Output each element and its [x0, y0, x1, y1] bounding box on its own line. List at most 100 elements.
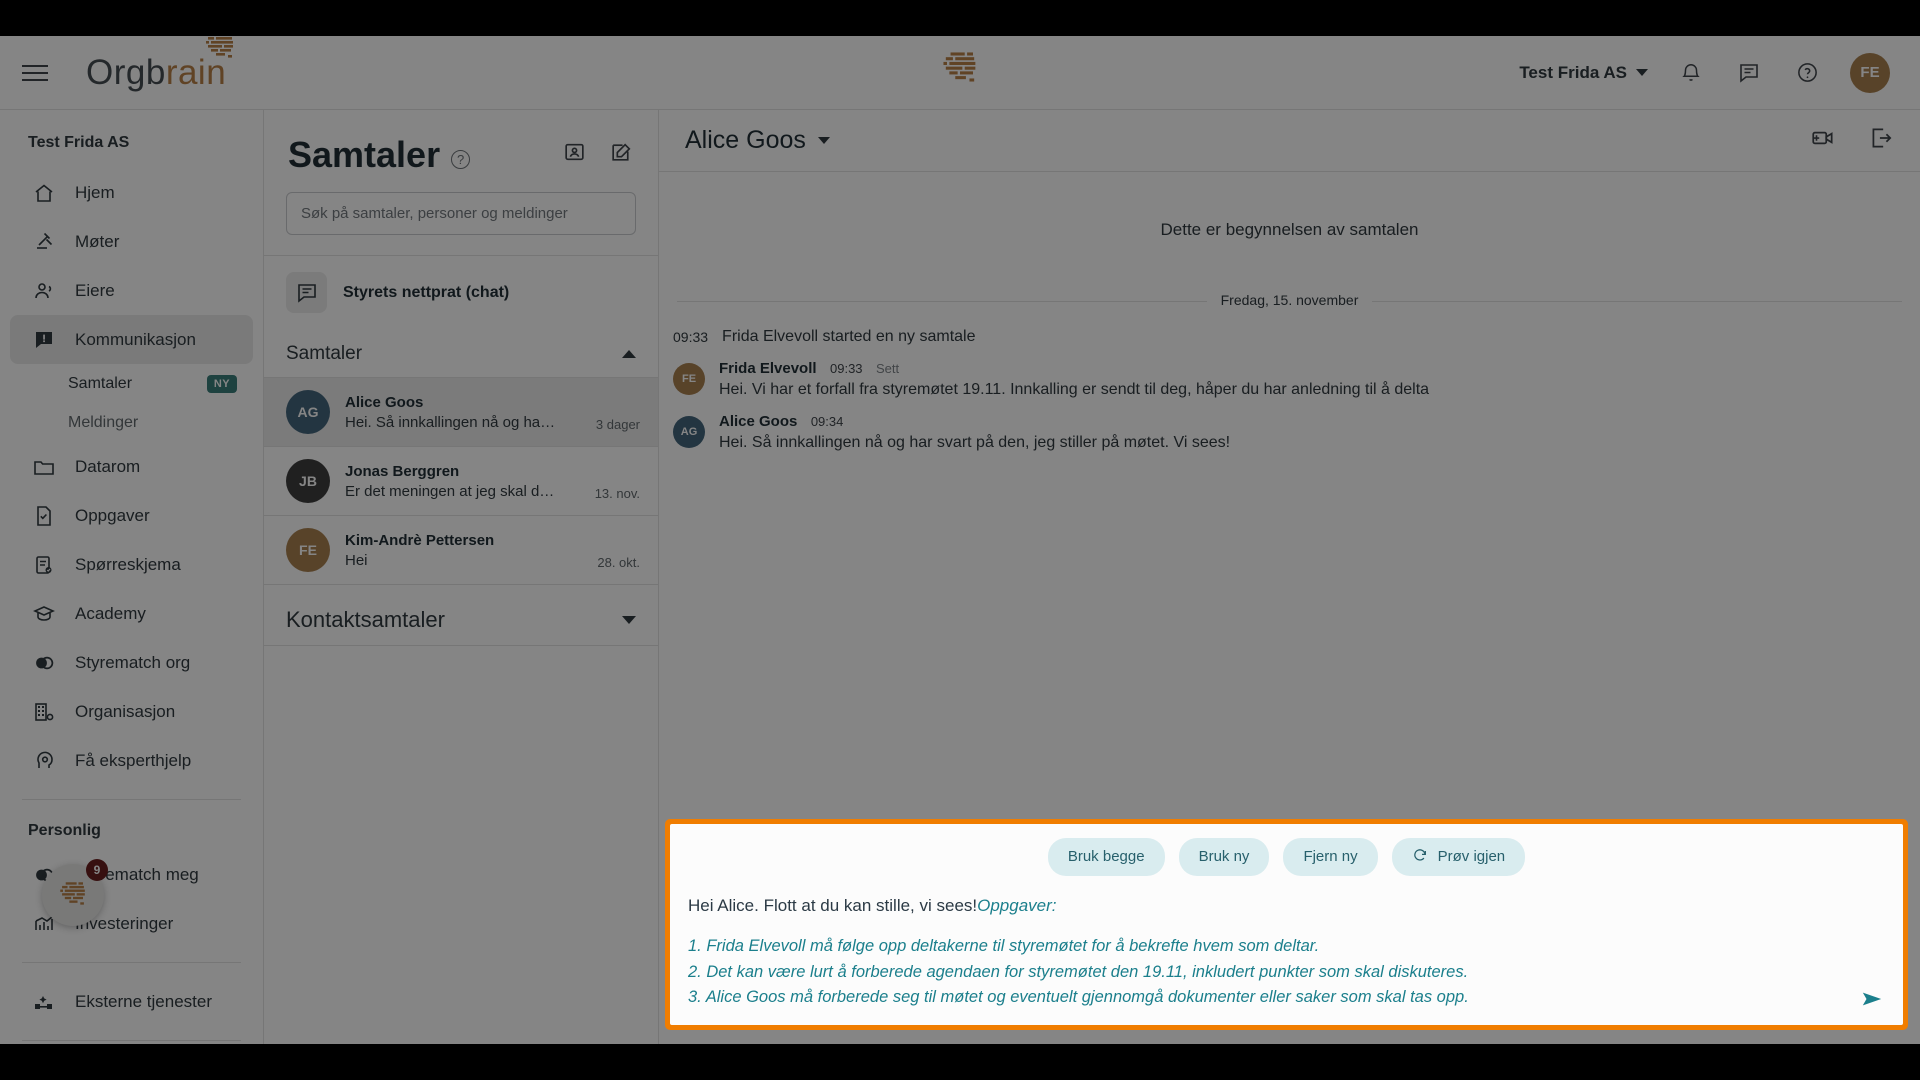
- sidebar-item-fa-eksperthjelp[interactable]: Få eksperthjelp: [10, 736, 253, 785]
- help-icon[interactable]: [1792, 58, 1822, 88]
- avatar[interactable]: FE: [1850, 52, 1890, 93]
- system-event-time: 09:33: [673, 329, 709, 345]
- sidebar-item-label: Få eksperthjelp: [75, 750, 192, 770]
- chip-label: Bruk ny: [1198, 848, 1250, 866]
- chat-header: Alice Goos: [659, 110, 1920, 172]
- sidebar-item-meldinger[interactable]: Meldinger: [0, 403, 263, 442]
- avatar-initials: AG: [297, 404, 319, 420]
- question-circle-icon[interactable]: ?: [451, 150, 471, 169]
- chip-bruk-ny[interactable]: Bruk ny: [1178, 837, 1270, 876]
- venn-icon: [30, 649, 57, 676]
- conversation-item-preview: Hei: [345, 551, 368, 569]
- chip-label: Fjern ny: [1303, 848, 1358, 866]
- conversation-list-panel: Samtaler ? Styrets nettprat (chat) Samta…: [264, 110, 659, 1044]
- conversation-item-main: Alice Goos Hei. Så innkallingen nå og ha…: [345, 394, 581, 431]
- system-event-text: Frida Elvevoll started en ny samtale: [722, 328, 976, 345]
- graduation-cap-icon: [30, 600, 57, 627]
- sidebar-item-label: Spørreskjema: [75, 554, 181, 574]
- sidebar-item-label: Datarom: [75, 456, 141, 476]
- sidebar-item-kommunikasjon[interactable]: Kommunikasjon: [10, 315, 253, 364]
- brand-text-part1: Orgb: [86, 52, 166, 92]
- conversation-item-preview: Hei. Så innkallingen nå og har s…: [345, 413, 560, 431]
- chip-bruk-begge[interactable]: Bruk begge: [1047, 837, 1165, 876]
- avatar-initials: JB: [299, 473, 317, 489]
- org-switcher[interactable]: Test Frida AS: [1519, 63, 1648, 83]
- conversation-item-time: 3 dager: [595, 417, 640, 432]
- add-video-icon[interactable]: [1810, 125, 1836, 156]
- sidebar-item-samtaler[interactable]: Samtaler NY: [0, 364, 263, 403]
- chip-fjern-ny[interactable]: Fjern ny: [1283, 837, 1378, 876]
- conversation-item-preview: Er det meningen at jeg skal delt…: [345, 482, 560, 500]
- conversation-item-main: Jonas Berggren Er det meningen at jeg sk…: [345, 463, 580, 500]
- avatar: AG: [286, 390, 330, 434]
- leave-icon[interactable]: [1868, 125, 1894, 156]
- date-separator-label: Fredag, 15. november: [1206, 292, 1373, 308]
- sidebar-item-hjem[interactable]: Hjem: [10, 168, 253, 217]
- message-meta: Frida Elvevoll 09:33 Sett: [719, 360, 1429, 378]
- sidebar-item-label: Styrematch org: [75, 652, 191, 672]
- chat-room-item[interactable]: Styrets nettprat (chat): [264, 256, 658, 329]
- sidebar-item-label: Organisasjon: [75, 701, 176, 721]
- avatar-initials: AG: [680, 426, 698, 438]
- sidebar-item-label: Kommunikasjon: [75, 329, 196, 349]
- suggestion-chips: Bruk begge Bruk ny Fjern ny Prøv igjen: [688, 837, 1885, 876]
- contact-conversations-group-header[interactable]: Kontaktsamtaler: [264, 585, 658, 645]
- conversation-item-name: Kim-Andrè Pettersen: [345, 531, 495, 549]
- hamburger-icon[interactable]: [22, 56, 56, 90]
- compose-icon[interactable]: [609, 140, 634, 170]
- conversation-list-item[interactable]: JB Jonas Berggren Er det meningen at jeg…: [264, 447, 658, 515]
- chip-prov-igjen[interactable]: Prøv igjen: [1391, 837, 1526, 876]
- sidebar-item-label: Eksterne tjenester: [75, 991, 213, 1011]
- sidebar-item-sporreskjema[interactable]: Spørreskjema: [10, 540, 253, 589]
- badge-ny: NY: [206, 374, 237, 393]
- conversation-item-name: Alice Goos: [345, 393, 424, 411]
- org-switcher-label: Test Frida AS: [1519, 62, 1627, 82]
- sidebar-item-organisasjon[interactable]: Organisasjon: [10, 687, 253, 736]
- sidebar-item-label: Møter: [75, 231, 120, 251]
- chat-header-actions: [1810, 125, 1894, 156]
- message-time: 09:33: [830, 361, 863, 376]
- brand-logo[interactable]: Orgbrain: [86, 36, 233, 93]
- chat-room-label: Styrets nettprat (chat): [343, 283, 510, 301]
- message-composer[interactable]: Bruk begge Bruk ny Fjern ny Prøv igjen H…: [670, 823, 1903, 1025]
- conversation-item-time: 28. okt.: [597, 555, 640, 570]
- refresh-icon: [1412, 847, 1428, 867]
- sidebar-item-oppgaver[interactable]: Oppgaver: [10, 491, 253, 540]
- sidebar-item-eiere[interactable]: Eiere: [10, 266, 253, 315]
- composer-task-list: 1. Frida Elvevoll må følge opp deltakern…: [688, 934, 1885, 1011]
- chat-title[interactable]: Alice Goos: [685, 126, 830, 155]
- system-event-row: 09:33 Frida Elvevoll started en ny samta…: [659, 310, 1920, 346]
- sidebar-item-eksterne-tjenester[interactable]: Eksterne tjenester: [10, 977, 253, 1026]
- message-meta: Alice Goos 09:34: [719, 413, 1230, 431]
- message-status: Sett: [876, 361, 900, 376]
- conversation-list-item[interactable]: AG Alice Goos Hei. Så innkallingen nå og…: [264, 378, 658, 446]
- chip-label: Bruk begge: [1067, 848, 1145, 866]
- sidebar-item-label: Academy: [75, 603, 146, 623]
- date-separator: Fredag, 15. november: [677, 292, 1902, 310]
- chevron-down-icon: [817, 137, 830, 144]
- message-time: 09:34: [810, 414, 844, 429]
- sidebar-item-moter[interactable]: Møter: [10, 217, 253, 266]
- send-icon[interactable]: [1859, 988, 1885, 1015]
- message-text: Hei. Så innkallingen nå og har svart på …: [719, 434, 1231, 451]
- sidebar-divider-3: [22, 1040, 241, 1041]
- bell-icon[interactable]: [1676, 58, 1706, 88]
- contacts-icon[interactable]: [562, 140, 587, 170]
- message-row: FE Frida Elvevoll 09:33 Sett Hei. Vi har…: [659, 346, 1920, 399]
- sidebar-item-styrematch-org[interactable]: Styrematch org: [10, 638, 253, 687]
- message-sender: Alice Goos: [719, 413, 798, 430]
- search-input[interactable]: [286, 192, 636, 235]
- chat-icon[interactable]: [1734, 58, 1764, 88]
- conversation-list-header: Samtaler ?: [264, 110, 658, 176]
- head-gear-icon: [30, 747, 57, 774]
- composer-text-accent: Oppgaver:: [977, 895, 1057, 915]
- conversation-list-item[interactable]: FE Kim-Andrè Pettersen Hei 28. okt.: [264, 516, 658, 584]
- sidebar-item-datarom[interactable]: Datarom: [10, 442, 253, 491]
- avatar: JB: [286, 459, 330, 503]
- orgbrain-mark-icon: [206, 36, 233, 58]
- conversations-group-header[interactable]: Samtaler: [264, 329, 658, 377]
- avatar-initials: FE: [299, 542, 317, 558]
- sidebar-item-academy[interactable]: Academy: [10, 589, 253, 638]
- help-bubble-button[interactable]: 9: [42, 859, 108, 926]
- composer-text[interactable]: Hei Alice. Flott at du kan stille, vi se…: [688, 894, 1885, 919]
